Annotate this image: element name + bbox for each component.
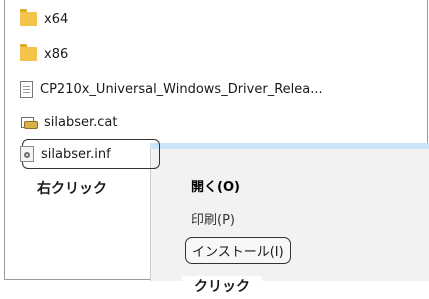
folder-icon: [20, 44, 37, 61]
document-icon: [20, 80, 33, 98]
menu-item-open[interactable]: 開く(O): [191, 176, 240, 195]
click-callout: クリック: [182, 276, 262, 296]
file-name: x64: [44, 11, 69, 27]
file-name: x86: [44, 46, 69, 62]
file-item-silabser-cat[interactable]: silabser.cat: [20, 109, 117, 135]
file-item-silabser-inf[interactable]: silabser.inf: [20, 141, 111, 167]
setup-information-icon: [20, 146, 34, 162]
menu-item-print[interactable]: 印刷(P): [191, 209, 235, 228]
file-item-release-notes[interactable]: CP210x_Universal_Windows_Driver_Relea...: [20, 76, 323, 102]
folder-icon: [20, 9, 37, 26]
file-name: CP210x_Universal_Windows_Driver_Relea...: [40, 81, 323, 97]
menu-item-install[interactable]: インストール(I): [185, 237, 291, 264]
file-name: silabser.inf: [41, 146, 111, 162]
file-item-x64[interactable]: x64: [20, 6, 68, 32]
context-menu: 開く(O) 印刷(P) インストール(I): [150, 143, 429, 281]
file-name: silabser.cat: [44, 114, 118, 130]
file-item-x86[interactable]: x86: [20, 41, 68, 67]
right-click-callout: 右クリック: [37, 178, 107, 198]
menu-top-highlight: [150, 143, 429, 149]
security-catalog-icon: [20, 115, 38, 130]
